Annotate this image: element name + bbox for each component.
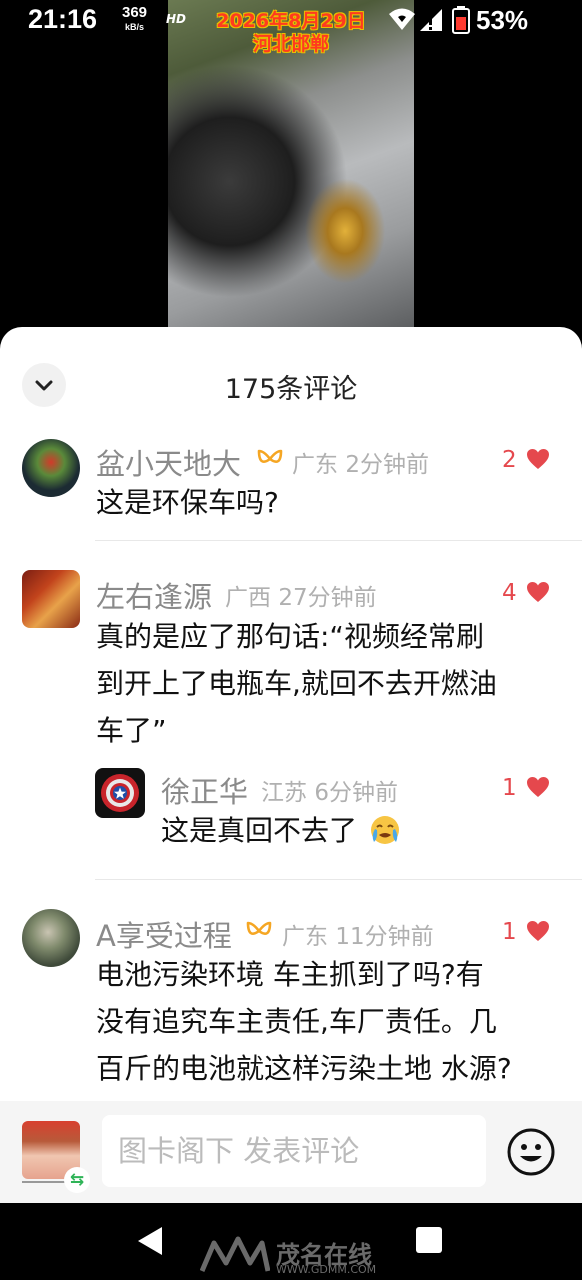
comment-input-bar: ⇆ 图卡阁下 发表评论 [0, 1101, 582, 1203]
like-count: 1 [502, 919, 517, 945]
comments-title: 175条评论 [224, 374, 358, 405]
reply-text[interactable]: 这是真回不去了 [161, 807, 402, 854]
comment-location: 广东 [282, 924, 328, 950]
wifi-icon [389, 8, 415, 30]
comment-time: 27分钟前 [278, 585, 377, 611]
network-speed: 369 kB/s [122, 4, 148, 34]
avatar-underline [22, 1181, 66, 1183]
network-speed-value: 369 [122, 4, 148, 21]
reply-line: 这是真回不去了 [161, 814, 358, 847]
comment-line: 没有追究车主责任,车厂责任。几 [96, 1005, 497, 1038]
like-count: 2 [502, 447, 517, 473]
comment-text[interactable]: 这是环保车吗? [96, 479, 279, 526]
comments-sheet: 175条评论 盆小天地大 广东 2分钟前 2 这是环保车吗? 左右逢源 广西 2… [0, 327, 582, 1203]
recent-apps-icon[interactable] [415, 1226, 443, 1254]
reply-username[interactable]: 徐正华 [161, 769, 248, 811]
shield-logo-icon [101, 774, 139, 812]
comment-meta: 广西 27分钟前 [225, 578, 377, 612]
swap-identity-icon[interactable]: ⇆ [64, 1167, 90, 1193]
avatar[interactable] [22, 909, 80, 967]
avatar[interactable] [22, 570, 80, 628]
watermark-url: WWW.GDMM.COM [276, 1263, 377, 1276]
comment-line: 百斤的电池就这样污染土地 水源? [96, 1052, 512, 1085]
back-icon[interactable] [136, 1225, 164, 1257]
heart-icon[interactable] [526, 776, 550, 798]
status-time: 21:16 [28, 4, 98, 34]
divider [95, 879, 582, 880]
video-player[interactable]: 2026年8月29日 河北邯郸 [0, 0, 582, 340]
comment-time: 11分钟前 [335, 924, 434, 950]
watermark: 茂名在线 WWW.GDMM.COM [199, 1233, 376, 1277]
heart-icon[interactable] [526, 920, 550, 942]
comment-location: 广西 [225, 585, 271, 611]
reply-meta: 江苏 6分钟前 [261, 773, 398, 807]
reply-location: 江苏 [261, 780, 307, 806]
like-count: 1 [502, 775, 517, 801]
comment-line: 车了” [96, 714, 167, 747]
comment-input[interactable]: 图卡阁下 发表评论 [102, 1115, 486, 1187]
comment-meta: 广东 11分钟前 [282, 917, 434, 951]
reply-time: 6分钟前 [314, 780, 398, 806]
comment-line: 到开上了电瓶车,就回不去开燃油 [96, 667, 497, 700]
divider [95, 540, 582, 541]
fan-badge-icon [257, 449, 283, 463]
battery-icon [452, 6, 470, 34]
hd-indicator: HD [166, 12, 187, 26]
like-count: 4 [502, 580, 517, 606]
comment-username[interactable]: 左右逢源 [96, 574, 212, 616]
avatar[interactable] [22, 439, 80, 497]
comment-time: 2分钟前 [345, 452, 429, 478]
fan-badge-icon [246, 921, 272, 935]
battery-level: 53% [476, 5, 529, 35]
comment-location: 广东 [292, 452, 338, 478]
crying-emoji-icon [370, 816, 399, 844]
heart-icon[interactable] [526, 448, 550, 470]
comment-line: 这是环保车吗? [96, 486, 279, 519]
watermark-logo [199, 1236, 271, 1272]
comment-line: 电池污染环境 车主抓到了吗?有 [96, 958, 484, 991]
comment-username[interactable]: 盆小天地大 [96, 441, 241, 483]
comment-username[interactable]: A享受过程 [96, 913, 232, 955]
navigation-bar: 茂名在线 WWW.GDMM.COM [0, 1203, 582, 1280]
emoji-icon[interactable] [506, 1127, 556, 1177]
signal-icon [420, 9, 442, 31]
comment-text[interactable]: 真的是应了那句话:“视频经常刷 到开上了电瓶车,就回不去开燃油 车了” [96, 613, 497, 754]
heart-icon[interactable] [526, 581, 550, 603]
status-bar: 21:16 369 kB/s HD 53% [0, 0, 582, 42]
comment-meta: 广东 2分钟前 [292, 445, 429, 479]
network-speed-unit: kB/s [125, 22, 145, 32]
comment-line: 真的是应了那句话:“视频经常刷 [96, 620, 484, 653]
reply-avatar[interactable] [95, 768, 145, 818]
